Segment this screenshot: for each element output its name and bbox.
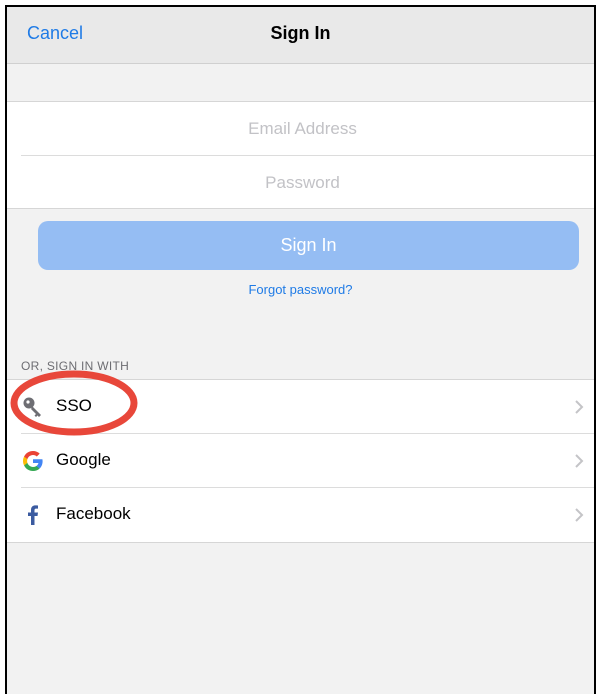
key-icon (19, 393, 47, 421)
forgot-password-link[interactable]: Forgot password? (7, 282, 594, 297)
section-header: OR, SIGN IN WITH (21, 359, 130, 373)
list-item-facebook[interactable]: Facebook (7, 488, 594, 542)
page-title: Sign In (270, 23, 331, 43)
sign-in-options-list: SSO Google Facebook (7, 379, 594, 543)
chevron-right-icon (575, 454, 584, 468)
email-row (7, 102, 594, 156)
navigation-bar: Cancel Sign In (7, 7, 594, 64)
list-item-sso[interactable]: SSO (7, 380, 594, 434)
chevron-right-icon (575, 400, 584, 414)
password-field[interactable] (21, 156, 584, 210)
list-item-label: Facebook (56, 504, 131, 523)
email-field[interactable] (21, 102, 584, 156)
chevron-right-icon (575, 508, 584, 522)
sign-in-button[interactable]: Sign In (38, 221, 579, 270)
sign-in-screen: Cancel Sign In Sign In Forgot password? … (5, 5, 596, 694)
list-item-label: SSO (56, 396, 92, 415)
list-item-google[interactable]: Google (7, 434, 594, 488)
list-item-label: Google (56, 450, 111, 469)
facebook-icon (19, 501, 47, 529)
google-icon (19, 447, 47, 475)
credentials-group (7, 101, 594, 210)
password-row (7, 156, 594, 210)
